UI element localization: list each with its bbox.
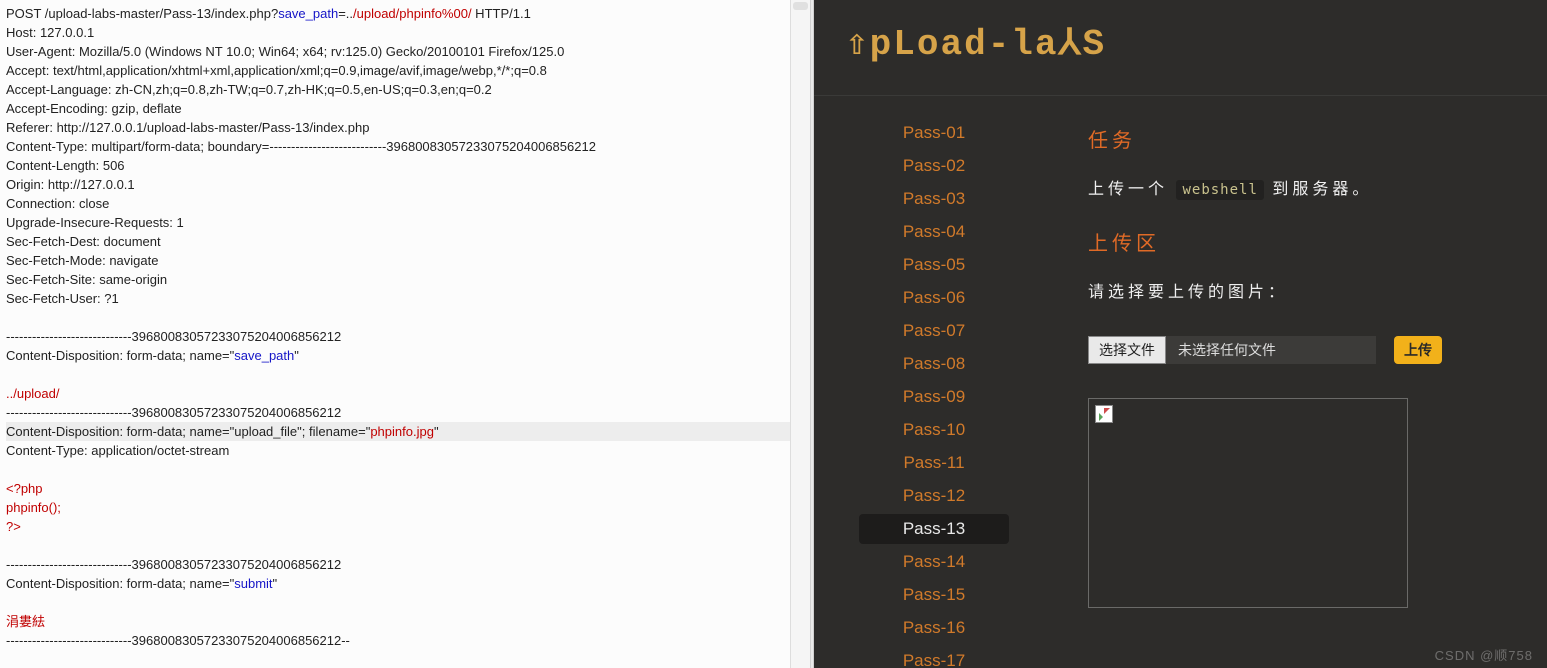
scrollbar[interactable] [790,0,810,668]
code-chip: webshell [1176,180,1263,200]
section-upload-title: 上传区 [1088,227,1527,256]
sidebar-item-pass-16[interactable]: Pass-16 [859,613,1009,643]
file-picker[interactable]: 选择文件 未选择任何文件 [1088,336,1376,364]
multipart-boundary: -----------------------------39680083057… [6,327,804,346]
php-payload: phpinfo(); [6,498,804,517]
multipart-boundary: -----------------------------39680083057… [6,631,804,650]
sidebar-item-pass-02[interactable]: Pass-02 [859,151,1009,181]
sidebar-item-pass-14[interactable]: Pass-14 [859,547,1009,577]
sidebar: Pass-01Pass-02Pass-03Pass-04Pass-05Pass-… [814,96,1054,668]
sidebar-item-pass-01[interactable]: Pass-01 [859,118,1009,148]
sidebar-item-pass-12[interactable]: Pass-12 [859,481,1009,511]
request-line: POST /upload-labs-master/Pass-13/index.p… [6,4,804,23]
task-description: 上传一个 webshell 到服务器。 [1088,175,1527,199]
logo: ⇧pLoad-la⅄S [846,22,1537,65]
request-header: Accept: text/html,application/xhtml+xml,… [6,61,804,80]
upload-button[interactable]: 上传 [1394,336,1442,364]
sidebar-item-pass-13[interactable]: Pass-13 [859,514,1009,544]
upload-controls: 选择文件 未选择任何文件 上传 [1088,336,1527,364]
request-header: Upgrade-Insecure-Requests: 1 [6,213,804,232]
sidebar-item-pass-08[interactable]: Pass-08 [859,349,1009,379]
save-path-value: ../upload/ [6,384,804,403]
upload-labs-app: ⇧pLoad-la⅄S Pass-01Pass-02Pass-03Pass-04… [814,0,1547,668]
request-header: Host: 127.0.0.1 [6,23,804,42]
request-header: Accept-Encoding: gzip, deflate [6,99,804,118]
sidebar-item-pass-10[interactable]: Pass-10 [859,415,1009,445]
request-header: Content-Type: multipart/form-data; bound… [6,137,804,156]
multipart-boundary: -----------------------------39680083057… [6,403,804,422]
request-header: Sec-Fetch-Mode: navigate [6,251,804,270]
request-header: Sec-Fetch-Dest: document [6,232,804,251]
main-content: 任务 上传一个 webshell 到服务器。 上传区 请选择要上传的图片： 选择… [1054,96,1547,668]
sidebar-item-pass-04[interactable]: Pass-04 [859,217,1009,247]
sidebar-item-pass-05[interactable]: Pass-05 [859,250,1009,280]
content-disposition: Content-Disposition: form-data; name="su… [6,574,804,593]
request-header: User-Agent: Mozilla/5.0 (Windows NT 10.0… [6,42,804,61]
choose-file-button[interactable]: 选择文件 [1088,336,1166,364]
upload-instruction: 请选择要上传的图片： [1088,278,1527,302]
request-header: Origin: http://127.0.0.1 [6,175,804,194]
section-task-title: 任务 [1088,124,1527,153]
php-payload: ?> [6,517,804,536]
content-disposition-upload: Content-Disposition: form-data; name="up… [6,422,804,441]
broken-image-icon [1095,405,1113,423]
sidebar-item-pass-17[interactable]: Pass-17 [859,646,1009,668]
request-header: Sec-Fetch-User: ?1 [6,289,804,308]
sidebar-item-pass-06[interactable]: Pass-06 [859,283,1009,313]
content-disposition: Content-Disposition: form-data; name="sa… [6,346,804,365]
sidebar-item-pass-11[interactable]: Pass-11 [859,448,1009,478]
sidebar-item-pass-15[interactable]: Pass-15 [859,580,1009,610]
request-header: Referer: http://127.0.0.1/upload-labs-ma… [6,118,804,137]
sidebar-item-pass-03[interactable]: Pass-03 [859,184,1009,214]
submit-value: 涓婁紶 [6,612,804,631]
part-content-type: Content-Type: application/octet-stream [6,441,804,460]
upload-preview [1088,398,1408,608]
request-header: Content-Length: 506 [6,156,804,175]
sidebar-item-pass-09[interactable]: Pass-09 [859,382,1009,412]
header: ⇧pLoad-la⅄S [814,0,1547,96]
request-header: Sec-Fetch-Site: same-origin [6,270,804,289]
sidebar-item-pass-07[interactable]: Pass-07 [859,316,1009,346]
request-header: Connection: close [6,194,804,213]
file-status: 未选择任何文件 [1166,336,1376,364]
request-header: Accept-Language: zh-CN,zh;q=0.8,zh-TW;q=… [6,80,804,99]
multipart-boundary: -----------------------------39680083057… [6,555,804,574]
http-request-pane[interactable]: POST /upload-labs-master/Pass-13/index.p… [0,0,810,668]
watermark: CSDN @顺758 [1435,645,1533,664]
php-payload: <?php [6,479,804,498]
